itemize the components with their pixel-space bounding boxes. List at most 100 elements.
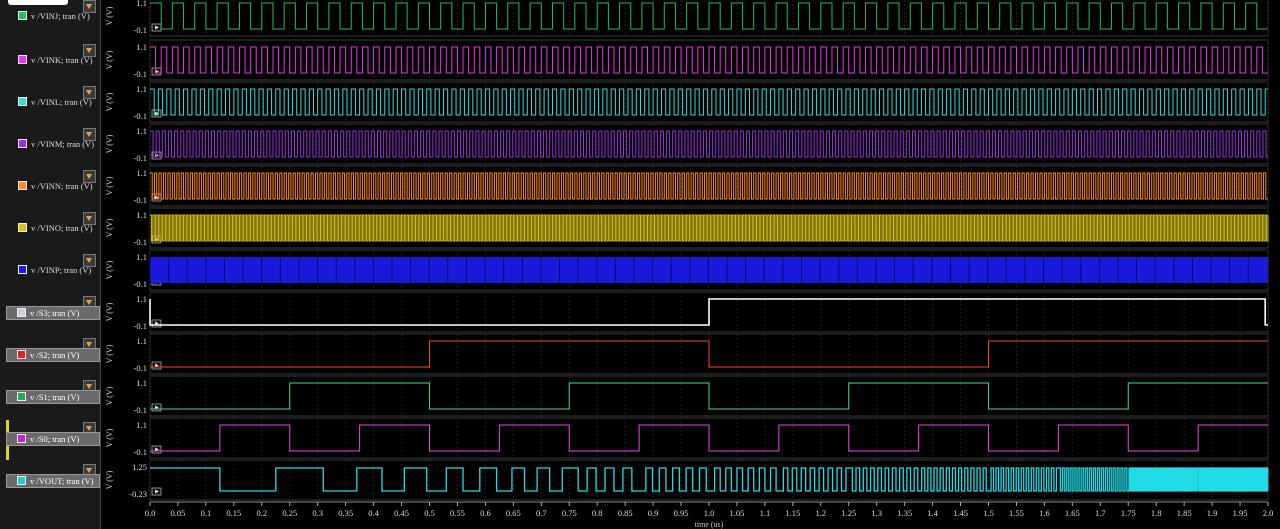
x-tick-label: 0.5 [424, 508, 435, 518]
signal-label-text: v /S2; tran (V) [30, 350, 80, 360]
signal-list-panel: v /VINJ; tran (V) v /VINK; tran (V) v /VIN… [0, 0, 101, 529]
x-tick-label: 0.15 [226, 508, 241, 518]
y-axis-label: V (V) [105, 344, 114, 363]
signal-row[interactable]: v /S2; tran (V) [0, 336, 100, 378]
signal-label[interactable]: v /VINK; tran (V) [6, 54, 98, 66]
y-tick-label: 1.1 [136, 378, 147, 388]
y-tick-label: 1.1 [136, 168, 147, 178]
x-tick-label: 1.6 [1039, 508, 1050, 518]
waveform-strip: 1.1 -0.1 V (V) [105, 81, 1269, 123]
x-tick-label: 0.05 [171, 508, 186, 518]
y-tick-label: -0.1 [134, 195, 147, 205]
signal-label-text: v /VINP; tran (V) [31, 265, 92, 275]
y-tick-label: 1.1 [136, 294, 147, 304]
signal-label[interactable]: v /VINJ; tran (V) [6, 10, 98, 22]
x-tick-label: 0.2 [256, 508, 267, 518]
y-axis-label: V (V) [105, 50, 114, 69]
color-swatch-icon [18, 139, 27, 148]
y-tick-label: -0.1 [134, 447, 147, 457]
x-tick-label: 1.2 [815, 508, 826, 518]
y-tick-label: 1.1 [136, 420, 147, 430]
x-tick-label: 2.0 [1263, 508, 1274, 518]
y-tick-label: -0.1 [134, 25, 147, 35]
waveform-trace [150, 46, 1268, 74]
signal-row[interactable]: v /VINO; tran (V) [0, 210, 100, 252]
signal-row[interactable]: v /S0; tran (V) [0, 420, 100, 462]
x-tick-label: 1.75 [1121, 508, 1136, 518]
color-swatch-icon [18, 55, 27, 64]
waveform-strip: 1.1 -0.1 V (V) [105, 291, 1269, 333]
signal-label-text: v /VINO; tran (V) [31, 223, 93, 233]
waveform-strip: 1.1 -0.1 V (V) [105, 0, 1269, 37]
signal-label[interactable]: v /VINP; tran (V) [6, 264, 98, 276]
x-axis-label: time (us) [695, 520, 724, 529]
x-tick-label: 0.55 [450, 508, 465, 518]
x-tick-label: 0.0 [145, 508, 156, 518]
color-swatch-icon [17, 476, 26, 485]
signal-row[interactable]: v /VINJ; tran (V) [0, 0, 100, 40]
y-tick-label: 1.1 [136, 336, 147, 346]
x-tick-label: 0.85 [618, 508, 633, 518]
y-tick-label: 1.1 [136, 42, 147, 52]
y-tick-label: 1.1 [136, 0, 147, 8]
waveform-strip: 1.1 -0.1 V (V) [105, 123, 1269, 165]
signal-label[interactable]: v /VOUT; tran (V) [6, 474, 100, 488]
y-tick-label: -0.23 [129, 489, 147, 499]
x-tick-label: 0.8 [592, 508, 603, 518]
y-axis-label: V (V) [105, 470, 114, 489]
signal-label[interactable]: v /S3; tran (V) [6, 306, 100, 320]
y-axis-label: V (V) [105, 218, 114, 237]
y-tick-label: 1.1 [136, 126, 147, 136]
signal-row[interactable]: v /VINP; tran (V) [0, 252, 100, 294]
signal-row[interactable]: v /S1; tran (V) [0, 378, 100, 420]
y-axis-label: V (V) [105, 176, 114, 195]
x-tick-label: 1.05 [730, 508, 745, 518]
y-axis-label: V (V) [105, 134, 114, 153]
waveform-strip: 1.1 -0.1 V (V) [105, 249, 1269, 291]
x-tick-label: 0.95 [674, 508, 689, 518]
signal-label[interactable]: v /VINM; tran (V) [6, 138, 98, 150]
signal-label[interactable]: v /VINO; tran (V) [6, 222, 98, 234]
x-tick-label: 1.85 [1177, 508, 1192, 518]
waveform-strip: 1.25 -0.23 V (V) [105, 459, 1269, 501]
signal-label-text: v /S1; tran (V) [30, 392, 80, 402]
signal-row[interactable]: v /VINK; tran (V) [0, 42, 100, 84]
y-axis-label: V (V) [105, 260, 114, 279]
y-tick-label: -0.1 [134, 279, 147, 289]
x-tick-label: 0.65 [506, 508, 521, 518]
x-tick-label: 1.4 [927, 508, 938, 518]
y-tick-label: 1.25 [132, 462, 147, 472]
x-tick-label: 0.9 [648, 508, 659, 518]
signal-label-text: v /VINL; tran (V) [31, 97, 92, 107]
waveform-strip: 1.1 -0.1 V (V) [105, 417, 1269, 459]
y-axis-label: V (V) [105, 302, 114, 321]
signal-row[interactable]: v /VINN; tran (V) [0, 168, 100, 210]
signal-label[interactable]: v /VINL; tran (V) [6, 96, 98, 108]
signal-row[interactable]: v /VINL; tran (V) [0, 84, 100, 126]
signal-label[interactable]: v /S2; tran (V) [6, 348, 100, 362]
waveform-strip: 1.1 -0.1 V (V) [105, 333, 1269, 375]
signal-label[interactable]: v /S0; tran (V) [6, 432, 100, 446]
x-tick-label: 1.45 [953, 508, 968, 518]
signal-label[interactable]: v /VINN; tran (V) [6, 180, 98, 192]
y-tick-label: -0.1 [134, 321, 147, 331]
signal-label-text: v /VINK; tran (V) [31, 55, 93, 65]
y-axis-label: V (V) [105, 386, 114, 405]
x-tick-label: 1.8 [1151, 508, 1162, 518]
color-swatch-icon [18, 11, 27, 20]
color-swatch-icon [18, 265, 27, 274]
signal-label-text: v /VINM; tran (V) [31, 139, 95, 149]
color-swatch-icon [17, 308, 26, 317]
signal-row[interactable]: v /VINM; tran (V) [0, 126, 100, 168]
signal-row[interactable]: v /VOUT; tran (V) [0, 462, 100, 504]
y-tick-label: -0.1 [134, 69, 147, 79]
signal-label[interactable]: v /S1; tran (V) [6, 390, 100, 404]
x-tick-label: 0.45 [394, 508, 409, 518]
x-tick-label: 0.35 [338, 508, 353, 518]
y-tick-label: -0.1 [134, 237, 147, 247]
x-tick-label: 1.15 [785, 508, 800, 518]
x-tick-label: 1.55 [1009, 508, 1024, 518]
y-axis-label: V (V) [105, 6, 114, 25]
signal-row[interactable]: v /S3; tran (V) [0, 294, 100, 336]
signal-label-text: v /VINN; tran (V) [31, 181, 93, 191]
